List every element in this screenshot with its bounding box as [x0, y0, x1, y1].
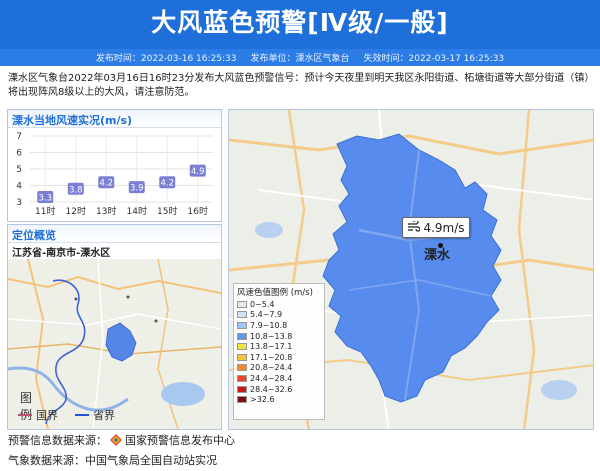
location-overview-panel: 定位概览 江苏省-南京市-溧水区	[7, 224, 222, 430]
expire-time: 失效时间：2022-03-17 16:25:33	[363, 54, 505, 64]
location-region: 江苏省-南京市-溧水区	[12, 248, 111, 259]
legend-label: 13.8~17.1	[250, 342, 293, 352]
warning-description: 溧水区气象台2022年03月16日16时23分发布大风蓝色预警信号：预计今天夜里…	[8, 73, 590, 98]
legend-label: 0~5.4	[250, 299, 275, 309]
warning-meta-bar: 发布时间：2022-03-16 16:25:33 发布单位：溧水区气象台 失效时…	[0, 49, 600, 66]
legend-row: 10.8~13.8	[237, 331, 321, 342]
wind-speed-legend: 风速色值图例 (m/s) 0~5.4 5.4~7.9 7.9~10.8 10.8~13…	[233, 283, 325, 420]
legend-row: 24.4~28.4	[237, 373, 321, 384]
chart-data-label: 4.9	[191, 167, 205, 177]
legend-label: >32.6	[250, 395, 275, 405]
warning-source-label: 预警信息数据来源：	[8, 434, 107, 447]
wind-speed-chart: 3 4 5 6 7 11时 12时 13时 14时 15时 16时 3.3 3.8 4.2 3.9 4.2 4.…	[16, 132, 213, 217]
legend-label: 24.4~28.4	[250, 373, 293, 383]
province-border-line-icon	[75, 414, 89, 416]
wind-speed-tag: 4.9m/s	[402, 217, 470, 238]
publisher: 发布单位：溧水区气象台	[250, 54, 350, 64]
weather-source-line: 气象数据来源：中国气象局全国自动站实况	[8, 452, 217, 468]
legend-row: 7.9~10.8	[237, 320, 321, 331]
wind-icon	[407, 218, 422, 235]
chart-x-tick-label: 11时	[35, 205, 55, 217]
chart-data-label: 3.8	[69, 185, 83, 195]
warning-title: 大风蓝色预警[Ⅳ级/一般]	[151, 8, 449, 37]
legend-row: 20.8~24.4	[237, 363, 321, 374]
legend-label: 7.9~10.8	[250, 320, 288, 330]
wind-speed-value: 4.9m/s	[423, 220, 465, 235]
legend-province-border-label: 省界	[93, 409, 115, 422]
chart-y-tick-label: 7	[16, 132, 22, 142]
legend-national-border-label: 国界	[36, 409, 58, 422]
legend-swatch	[237, 300, 247, 308]
legend-swatch	[237, 311, 247, 319]
chart-y-tick-label: 3	[16, 198, 22, 208]
overview-map-graphic	[8, 259, 221, 429]
legend-swatch	[237, 396, 247, 404]
chart-x-tick-label: 16时	[188, 205, 208, 217]
chart-data-label: 3.9	[130, 184, 144, 194]
chart-x-tick-label: 14时	[127, 205, 147, 217]
legend-swatch	[237, 321, 247, 329]
warning-source-name[interactable]: 国家预警信息发布中心	[125, 432, 235, 448]
wind-speed-panel: 溧水当地风速实况(m/s) 3 4 5 6 7 11时 12时 13时 14时 15时 16时 3.3…	[7, 109, 222, 222]
legend-row: 13.8~17.1	[237, 341, 321, 352]
chart-data-label: 4.2	[160, 179, 174, 189]
legend-row: 17.1~20.8	[237, 352, 321, 363]
legend-swatch	[237, 353, 247, 361]
legend-swatch	[237, 332, 247, 340]
overview-map[interactable]	[8, 259, 221, 429]
legend-title: 风速色值图例 (m/s)	[237, 288, 313, 298]
national-border-line-icon	[18, 414, 32, 416]
legend-label: 5.4~7.9	[250, 310, 283, 320]
legend-label: 28.4~32.6	[250, 384, 293, 394]
legend-province-border: 省界	[75, 407, 115, 423]
legend-row: 5.4~7.9	[237, 310, 321, 321]
warning-header: 大风蓝色预警[Ⅳ级/一般] 发布时间：2022-03-16 16:25:33 发…	[0, 0, 600, 66]
legend-row: >32.6	[237, 394, 321, 405]
chart-y-tick-label: 6	[16, 149, 22, 159]
legend-label: 20.8~24.4	[250, 363, 293, 373]
legend-swatch	[237, 364, 247, 372]
location-panel-title: 定位概览	[8, 225, 221, 243]
legend-label: 10.8~13.8	[250, 331, 293, 341]
publish-time: 发布时间：2022-03-16 16:25:33	[95, 54, 237, 64]
legend-row: 0~5.4	[237, 299, 321, 310]
chart-data-label: 3.3	[38, 194, 52, 204]
legend-swatch	[237, 385, 247, 393]
chart-x-tick-label: 15时	[157, 205, 177, 217]
wind-panel-title: 溧水当地风速实况(m/s)	[8, 110, 221, 128]
legend-row: 28.4~32.6	[237, 384, 321, 395]
chart-y-tick-label: 5	[16, 165, 22, 175]
legend-swatch	[237, 343, 247, 351]
chart-x-tick-label: 13时	[96, 205, 116, 217]
warning-center-logo-icon	[110, 434, 122, 446]
legend-swatch	[237, 374, 247, 382]
legend-rows: 0~5.4 5.4~7.9 7.9~10.8 10.8~13.8 13.8~17.1 17…	[237, 299, 321, 405]
chart-y-tick-label: 4	[16, 182, 22, 192]
legend-national-border: 国界	[18, 407, 58, 423]
legend-label: 17.1~20.8	[250, 352, 293, 362]
city-label: 溧水	[424, 248, 451, 263]
weather-source-label: 气象数据来源：中国气象局全国自动站实况	[8, 454, 217, 467]
warning-source-line: 预警信息数据来源： 国家预警信息发布中心	[8, 432, 235, 448]
chart-data-label: 4.2	[99, 179, 113, 189]
chart-x-tick-label: 12时	[66, 205, 86, 217]
